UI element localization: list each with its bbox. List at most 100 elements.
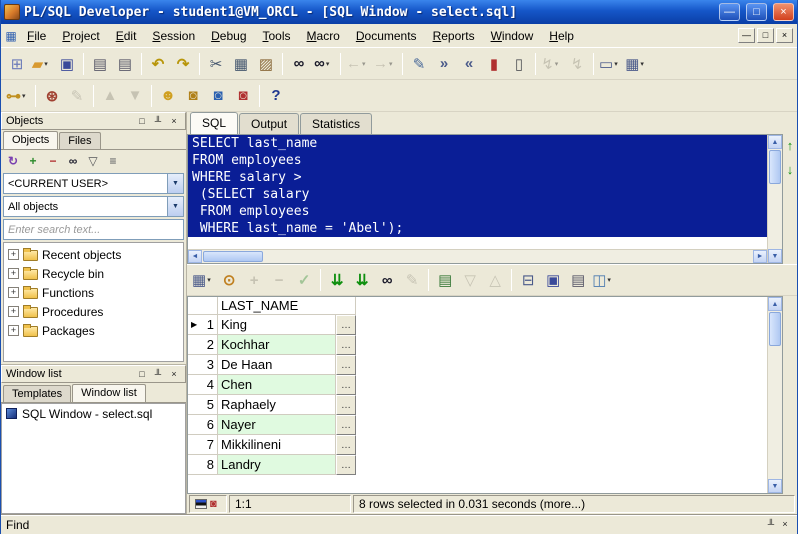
fetch-next-page-button[interactable]: ⇊ (325, 268, 349, 292)
restore-button[interactable]: □ (746, 3, 767, 21)
undo-button[interactable]: ↶ (146, 52, 170, 76)
scroll-down-button[interactable]: ▼ (768, 249, 782, 263)
find-pin-button[interactable]: ╨ (764, 518, 778, 531)
cell-ellipsis-button[interactable]: … (336, 455, 356, 475)
find-data-button[interactable]: ∞ (375, 268, 399, 292)
dropdown-arrow-icon[interactable]: ▼ (167, 197, 183, 216)
last-name-cell[interactable]: Chen (218, 375, 336, 395)
sql-editor[interactable]: SELECT last_name FROM employees WHERE sala… (188, 135, 767, 249)
window-list-float-button[interactable]: □ (135, 368, 149, 381)
outdent-button[interactable]: « (457, 52, 481, 76)
table-row[interactable]: 4 Chen… (188, 375, 767, 395)
tree-item-recycle-bin[interactable]: + Recycle bin (4, 264, 183, 283)
fetch-all-button[interactable]: ⇊ (350, 268, 374, 292)
single-record-view-button[interactable]: ⊟ (516, 268, 540, 292)
find-object-icon[interactable]: ∞ (64, 152, 82, 170)
scroll-up-button[interactable]: ▲ (768, 135, 782, 149)
expand-icon[interactable]: + (8, 249, 19, 260)
editor-horizontal-scrollbar[interactable]: ◄ ► (188, 249, 767, 263)
cell-ellipsis-button[interactable]: … (336, 315, 356, 335)
dropdown-arrow-icon[interactable]: ▾ (640, 60, 648, 68)
window-layout-button[interactable]: ▦ ▾ (624, 52, 649, 76)
expand-icon[interactable]: + (8, 306, 19, 317)
configure-tools-button[interactable]: ⊛ (40, 84, 64, 108)
table-row[interactable]: 8 Landry… (188, 455, 767, 475)
scroll-right-button[interactable]: ► (753, 250, 767, 263)
column-header-last-name[interactable]: LAST_NAME (218, 297, 356, 315)
row-number-cell[interactable]: 3 (188, 355, 218, 375)
save-results-button[interactable]: ▣ (541, 268, 565, 292)
row-number-cell[interactable]: ▶ 1 (188, 315, 218, 335)
dropdown-arrow-icon[interactable]: ▼ (167, 174, 183, 193)
edit-with-button[interactable]: ✎ (407, 52, 431, 76)
scrollbar-thumb[interactable] (769, 312, 781, 346)
expand-icon[interactable]: + (8, 287, 19, 298)
filter-icon[interactable]: ▽ (84, 152, 102, 170)
tab-sql[interactable]: SQL (190, 112, 239, 134)
cell-ellipsis-button[interactable]: … (336, 395, 356, 415)
tab-output[interactable]: Output (239, 113, 300, 134)
cell-ellipsis-button[interactable]: … (336, 435, 356, 455)
menu-help[interactable]: Help (541, 26, 582, 46)
export-data-button[interactable]: ▤ (433, 268, 457, 292)
table-row[interactable]: 5 Raphaely… (188, 395, 767, 415)
editor-vertical-scrollbar[interactable]: ▲ ▼ (767, 135, 782, 263)
tab-templates[interactable]: Templates (3, 385, 72, 402)
tab-objects[interactable]: Objects (3, 131, 59, 149)
dropdown-arrow-icon[interactable]: ▾ (22, 92, 30, 100)
dropdown-arrow-icon[interactable]: ▾ (614, 60, 622, 68)
grid-options-button[interactable]: ▦ ▾ (191, 268, 216, 292)
cell-ellipsis-button[interactable]: … (336, 335, 356, 355)
user-dropdown[interactable]: <CURRENT USER> ▼ (3, 173, 184, 194)
objects-pin-button[interactable]: ╨ (151, 115, 165, 128)
tree-item-functions[interactable]: + Functions (4, 283, 183, 302)
table-row[interactable]: 3 De Haan… (188, 355, 767, 375)
cell-ellipsis-button[interactable]: … (336, 375, 356, 395)
print-button[interactable]: ▤ (88, 52, 112, 76)
expand-icon[interactable]: + (8, 325, 19, 336)
menu-project[interactable]: Project (54, 26, 107, 46)
new-command-window-button[interactable]: ◙ (206, 84, 230, 108)
last-name-cell[interactable]: De Haan (218, 355, 336, 375)
row-number-cell[interactable]: 5 (188, 395, 218, 415)
object-filter-dropdown[interactable]: All objects ▼ (3, 196, 184, 217)
dropdown-arrow-icon[interactable]: ▾ (44, 60, 52, 68)
chart-button[interactable]: ◫ ▾ (591, 268, 616, 292)
logon-button[interactable]: ⊶ ▾ (5, 84, 31, 108)
last-name-cell[interactable]: Nayer (218, 415, 336, 435)
list-options-icon[interactable]: ≡ (104, 152, 122, 170)
tab-window-list[interactable]: Window list (72, 384, 146, 402)
cell-ellipsis-button[interactable]: … (336, 415, 356, 435)
dropdown-arrow-icon[interactable]: ▾ (555, 60, 563, 68)
cell-ellipsis-button[interactable]: … (336, 355, 356, 375)
menu-reports[interactable]: Reports (425, 26, 483, 46)
add-folder-icon[interactable]: + (24, 152, 42, 170)
menu-file[interactable]: File (19, 26, 54, 46)
menu-macro[interactable]: Macro (299, 26, 348, 46)
dropdown-arrow-icon[interactable]: ▾ (207, 276, 215, 284)
last-name-cell[interactable]: Mikkilineni (218, 435, 336, 455)
menu-window[interactable]: Window (483, 26, 542, 46)
previous-statement-button[interactable]: ↑ (787, 139, 794, 152)
row-number-cell[interactable]: 6 (188, 415, 218, 435)
scroll-up-button[interactable]: ▲ (768, 297, 782, 311)
scrollbar-thumb[interactable] (769, 150, 781, 184)
tab-statistics[interactable]: Statistics (300, 113, 373, 134)
print-selection-button[interactable]: ▤ (113, 52, 137, 76)
menu-session[interactable]: Session (144, 26, 203, 46)
grid-vertical-scrollbar[interactable]: ▲ ▼ (767, 297, 782, 493)
table-row[interactable]: ▶ 1 King… (188, 315, 767, 335)
remove-folder-icon[interactable]: − (44, 152, 62, 170)
window-list-item[interactable]: SQL Window - select.sql (2, 404, 185, 423)
window-list-close-button[interactable]: × (167, 368, 181, 381)
search-input[interactable] (3, 219, 184, 240)
new-report-window-button[interactable]: ◙ (231, 84, 255, 108)
menu-debug[interactable]: Debug (203, 26, 254, 46)
minimize-button[interactable]: — (719, 3, 740, 21)
table-row[interactable]: 7 Mikkilineni… (188, 435, 767, 455)
save-button[interactable]: ▣ (55, 52, 79, 76)
find-close-button[interactable]: × (778, 518, 792, 531)
mdi-restore-button[interactable]: □ (757, 28, 774, 43)
scrollbar-track[interactable] (768, 185, 782, 249)
menu-edit[interactable]: Edit (108, 26, 145, 46)
